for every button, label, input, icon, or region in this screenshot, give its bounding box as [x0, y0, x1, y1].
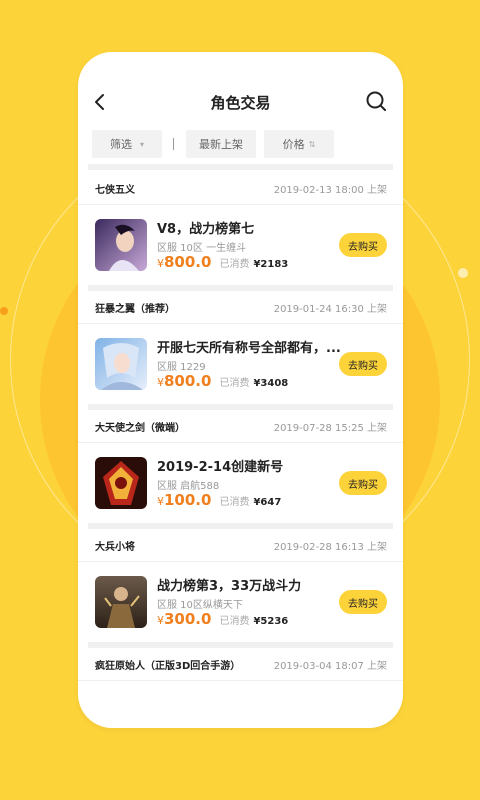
section-divider — [88, 164, 393, 170]
currency-symbol: ¥ — [157, 495, 164, 508]
decor-dot-left — [0, 307, 8, 315]
listing-card[interactable]: 七侠五义 2019-02-13 18:00 上架 V8，战力榜第七 区服 10区… — [78, 172, 403, 285]
decor-dot-right — [458, 268, 468, 278]
listing-body: V8，战力榜第七 区服 10区 一生缠斗 ¥ 800.0 已消费 ¥2183 去… — [78, 205, 403, 285]
currency-symbol: ¥ — [157, 614, 164, 627]
listing-header: 狂暴之翼（推荐） 2019-01-24 16:30 上架 — [78, 291, 403, 324]
listing-time: 2019-01-24 16:30 上架 — [273, 303, 387, 315]
price-value: 100.0 — [164, 491, 212, 509]
listing-server: 区服 1229 — [157, 362, 206, 373]
currency-symbol: ¥ — [157, 376, 164, 389]
listing-card[interactable]: 狂暴之翼（推荐） 2019-01-24 16:30 上架 开服七天所有称号全部都… — [78, 291, 403, 404]
listing-header: 七侠五义 2019-02-13 18:00 上架 — [78, 172, 403, 205]
listing-card[interactable]: 疯狂原始人（正版3D回合手游） 2019-03-04 18:07 上架 — [78, 648, 403, 681]
listing-title: 战力榜第3，33万战斗力 — [157, 579, 302, 594]
game-name: 狂暴之翼（推荐） — [95, 303, 175, 315]
spent-label: 已消费 — [219, 378, 250, 389]
filter-bar: 筛选 ▾ 最新上架 价格 ⇅ — [78, 130, 403, 162]
price-value: 800.0 — [164, 253, 212, 271]
currency-symbol: ¥ — [157, 257, 164, 270]
spent-value: ¥2183 — [253, 259, 289, 270]
spent-value: ¥647 — [253, 497, 282, 508]
listing-title: 开服七天所有称号全部都有，... — [157, 341, 341, 356]
spent-value: ¥5236 — [253, 616, 289, 627]
listing-time: 2019-02-28 16:13 上架 — [273, 541, 387, 553]
listing-time: 2019-02-13 18:00 上架 — [273, 184, 387, 196]
price-row: ¥ 100.0 已消费 ¥647 — [157, 491, 281, 509]
search-icon[interactable] — [365, 90, 387, 112]
price-row: ¥ 800.0 已消费 ¥2183 — [157, 253, 288, 271]
game-name: 大天使之剑（微端） — [95, 422, 185, 434]
game-thumbnail — [95, 338, 147, 390]
price-value: 800.0 — [164, 372, 212, 390]
filter-label: 筛选 — [109, 138, 132, 151]
listing-title: 2019-2-14创建新号 — [157, 460, 284, 475]
game-thumbnail — [95, 576, 147, 628]
listing-body: 2019-2-14创建新号 区服 启航588 ¥ 100.0 已消费 ¥647 … — [78, 443, 403, 523]
buy-button[interactable]: 去购买 — [339, 590, 387, 614]
buy-button[interactable]: 去购买 — [339, 352, 387, 376]
spent-label: 已消费 — [219, 259, 250, 270]
listing-body: 开服七天所有称号全部都有，... 区服 1229 ¥ 800.0 已消费 ¥34… — [78, 324, 403, 404]
listing-server: 区服 10区 一生缠斗 — [157, 243, 247, 254]
caret-down-icon: ▾ — [139, 139, 144, 149]
buy-button[interactable]: 去购买 — [339, 233, 387, 257]
back-arrow-icon[interactable] — [90, 92, 110, 112]
spent-value: ¥3408 — [253, 378, 289, 389]
listing-list: 七侠五义 2019-02-13 18:00 上架 V8，战力榜第七 区服 10区… — [78, 172, 403, 681]
filter-button[interactable]: 筛选 ▾ — [92, 130, 162, 158]
game-name: 七侠五义 — [95, 184, 135, 196]
listing-server: 区服 启航588 — [157, 481, 220, 492]
sort-latest-button[interactable]: 最新上架 — [186, 130, 256, 158]
buy-button[interactable]: 去购买 — [339, 471, 387, 495]
nav-bar: 角色交易 — [78, 74, 403, 130]
price-row: ¥ 800.0 已消费 ¥3408 — [157, 372, 288, 390]
spent-label: 已消费 — [219, 616, 250, 627]
game-thumbnail — [95, 457, 147, 509]
listing-card[interactable]: 大兵小将 2019-02-28 16:13 上架 战力榜第3，33万战斗力 区服… — [78, 529, 403, 642]
sort-price-button[interactable]: 价格 ⇅ — [264, 130, 334, 158]
sort-price-label: 价格 — [282, 138, 305, 151]
listing-header: 大兵小将 2019-02-28 16:13 上架 — [78, 529, 403, 562]
game-name: 疯狂原始人（正版3D回合手游） — [95, 660, 241, 672]
price-value: 300.0 — [164, 610, 212, 628]
price-row: ¥ 300.0 已消费 ¥5236 — [157, 610, 288, 628]
game-name: 大兵小将 — [95, 541, 135, 553]
listing-time: 2019-07-28 15:25 上架 — [273, 422, 387, 434]
page-title: 角色交易 — [210, 93, 271, 112]
game-thumbnail — [95, 219, 147, 271]
filter-divider — [173, 138, 174, 150]
spent-label: 已消费 — [219, 497, 250, 508]
sort-arrows-icon: ⇅ — [308, 139, 316, 149]
listing-header: 大天使之剑（微端） 2019-07-28 15:25 上架 — [78, 410, 403, 443]
listing-body: 战力榜第3，33万战斗力 区服 10区纵横天下 ¥ 300.0 已消费 ¥523… — [78, 562, 403, 642]
phone-screen: 角色交易 筛选 ▾ 最新上架 价格 ⇅ 七侠五义 2019-02-13 18:0… — [78, 52, 403, 728]
sort-latest-label: 最新上架 — [199, 138, 243, 151]
listing-header: 疯狂原始人（正版3D回合手游） 2019-03-04 18:07 上架 — [78, 648, 403, 681]
listing-card[interactable]: 大天使之剑（微端） 2019-07-28 15:25 上架 2019-2-14创… — [78, 410, 403, 523]
listing-time: 2019-03-04 18:07 上架 — [273, 660, 387, 672]
listing-server: 区服 10区纵横天下 — [157, 600, 243, 611]
listing-title: V8，战力榜第七 — [157, 222, 255, 237]
